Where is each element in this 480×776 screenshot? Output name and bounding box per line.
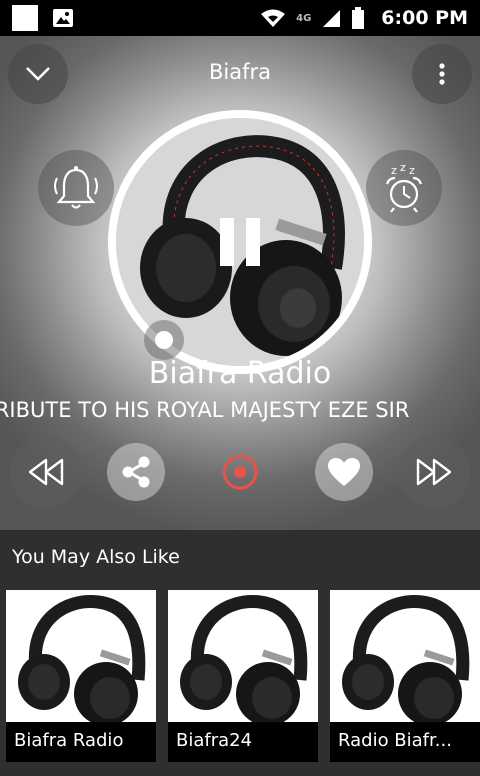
battery-icon bbox=[352, 7, 365, 29]
station-card-label: Biafra24 bbox=[168, 722, 318, 762]
bottom-strip bbox=[0, 762, 480, 776]
alarm-button[interactable] bbox=[38, 150, 114, 226]
share-icon bbox=[122, 456, 150, 488]
notification-square-icon bbox=[12, 5, 38, 31]
sleep-alarm-icon: z z z bbox=[385, 162, 423, 213]
recommendations-list: Biafra Radio Biafra24 Radio Biafr... bbox=[6, 590, 480, 762]
status-time: 6:00 PM bbox=[381, 7, 468, 29]
station-card-label: Biafra Radio bbox=[6, 722, 156, 762]
signal-icon bbox=[323, 10, 341, 27]
page-title: Biafra bbox=[208, 60, 271, 84]
station-name: Biafra Radio bbox=[148, 356, 332, 391]
share-button[interactable] bbox=[107, 443, 165, 501]
now-playing-text: TRIBUTE TO HIS ROYAL MAJESTY EZE SIR bbox=[0, 398, 410, 422]
station-card[interactable]: Biafra Radio bbox=[6, 590, 156, 762]
more-options-button[interactable] bbox=[412, 44, 472, 104]
headphones-image bbox=[6, 590, 156, 726]
fast-forward-icon bbox=[416, 458, 452, 486]
favorite-button[interactable] bbox=[315, 443, 373, 501]
heart-icon bbox=[328, 458, 360, 486]
more-vert-icon bbox=[439, 63, 445, 85]
bell-icon bbox=[54, 166, 98, 209]
record-button[interactable] bbox=[216, 448, 264, 496]
progress-handle[interactable] bbox=[144, 320, 184, 360]
svg-text:z: z bbox=[400, 162, 406, 174]
headphones-image bbox=[330, 590, 480, 726]
fast-forward-button[interactable] bbox=[398, 436, 470, 508]
record-icon bbox=[222, 454, 258, 490]
image-icon bbox=[53, 9, 73, 27]
status-bar: 4G 6:00 PM bbox=[0, 0, 480, 36]
station-card[interactable]: Radio Biafr... bbox=[330, 590, 480, 762]
svg-text:z: z bbox=[409, 164, 415, 177]
svg-text:z: z bbox=[391, 164, 397, 177]
player-panel: Biafra z z z Biafra Radio TRIBUTE TO HIS… bbox=[0, 36, 480, 530]
pause-icon bbox=[220, 218, 260, 266]
recommendations-title: You May Also Like bbox=[12, 546, 180, 568]
station-card[interactable]: Biafra24 bbox=[168, 590, 318, 762]
station-card-label: Radio Biafr... bbox=[330, 722, 480, 762]
sleep-timer-button[interactable]: z z z bbox=[366, 150, 442, 226]
rewind-button[interactable] bbox=[10, 436, 82, 508]
wifi-icon bbox=[261, 9, 286, 27]
network-type-label: 4G bbox=[296, 12, 312, 24]
pause-button[interactable] bbox=[208, 210, 272, 274]
rewind-icon bbox=[28, 458, 64, 486]
headphones-image bbox=[168, 590, 318, 726]
